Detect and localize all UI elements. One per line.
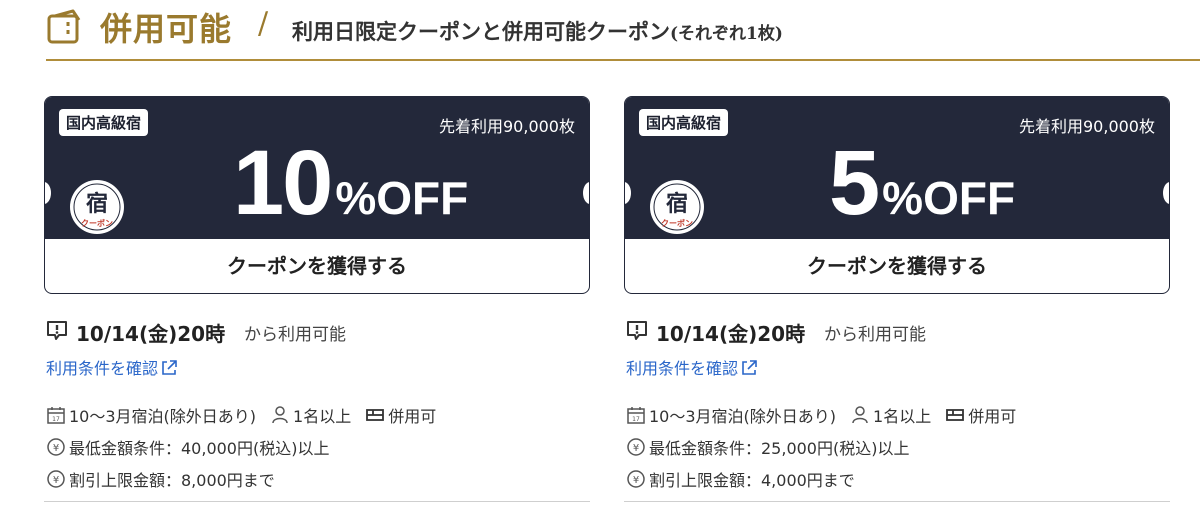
discount-amount: 5%OFF: [829, 137, 1015, 229]
maximum-discount: 割引上限金額：4,000円まで: [649, 471, 855, 490]
card-divider: [44, 501, 590, 502]
guest-count: 1名以上: [873, 407, 932, 426]
maximum-discount: 割引上限金額：8,000円まで: [69, 471, 275, 490]
yen-icon: ¥: [47, 470, 65, 488]
guest-count: 1名以上: [293, 407, 352, 426]
ticket-icon: [47, 9, 81, 44]
terms-link[interactable]: 利用条件を確認: [626, 355, 758, 379]
discount-unit: %OFF: [882, 172, 1016, 224]
terms-link-label[interactable]: 利用条件を確認: [626, 359, 738, 378]
usage-limit: 先着利用90,000枚: [1019, 117, 1155, 136]
person-icon: [272, 406, 288, 424]
detail-row: ¥ 最低金額条件：40,000円(税込)以上: [46, 431, 590, 463]
coupon-details: 17 10〜3月宿泊(除外日あり) 1名以上 併用可 ¥ 最低金額条件：25,0…: [626, 399, 1170, 495]
notice-icon: [627, 321, 647, 340]
header-divider: /: [258, 6, 269, 41]
header-subtitle-main: 利用日限定クーポンと併用可能クーポン: [292, 19, 670, 44]
external-link-icon: [742, 360, 757, 375]
combinable-label: 併用可: [388, 407, 437, 426]
yen-icon: ¥: [627, 470, 645, 488]
header-subtitle: 利用日限定クーポンと併用可能クーポン(それぞれ1枚): [292, 16, 783, 46]
combine-icon: [946, 409, 965, 421]
category-badge: 国内高級宿: [639, 109, 729, 136]
combine-icon: [366, 409, 385, 421]
discount-value: 5: [829, 132, 880, 234]
detail-row: 17 10〜3月宿泊(除外日あり) 1名以上 併用可: [46, 399, 590, 431]
terms-link[interactable]: 利用条件を確認: [46, 355, 178, 379]
header-subtitle-note: (それぞれ1枚): [670, 24, 783, 44]
available-date: 10/14(金)20時: [76, 322, 226, 346]
yen-icon: ¥: [47, 438, 65, 456]
coupon-card: 国内高級宿 先着利用90,000枚 宿 クーポン 10%OFF クーポンを獲得す…: [44, 96, 590, 502]
get-coupon-button[interactable]: クーポンを獲得する: [625, 239, 1169, 293]
detail-row: ¥ 割引上限金額：8,000円まで: [46, 463, 590, 495]
stay-period: 10〜3月宿泊(除外日あり): [69, 407, 257, 426]
svg-text:¥: ¥: [53, 475, 59, 486]
terms-link-label[interactable]: 利用条件を確認: [46, 359, 158, 378]
coupon-details: 17 10〜3月宿泊(除外日あり) 1名以上 併用可 ¥ 最低金額条件：40,0…: [46, 399, 590, 495]
logo-text: 宿: [86, 191, 108, 217]
detail-row: ¥ 最低金額条件：25,000円(税込)以上: [626, 431, 1170, 463]
ticket-notch: [1163, 182, 1169, 204]
calendar-icon: 17: [627, 407, 645, 424]
yado-coupon-logo: 宿 クーポン: [650, 180, 704, 234]
notice-icon: [47, 321, 67, 340]
card-divider: [624, 501, 1170, 502]
available-text: から利用可能: [824, 325, 926, 345]
svg-text:¥: ¥: [53, 443, 59, 454]
minimum-amount: 最低金額条件：25,000円(税込)以上: [649, 439, 910, 458]
combinable-label: 併用可: [968, 407, 1017, 426]
header-title: 併用可能: [100, 10, 233, 48]
header-divider-line: [46, 59, 1200, 61]
logo-text: 宿: [666, 191, 688, 217]
category-badge: 国内高級宿: [59, 109, 149, 136]
coupon-ticket: 国内高級宿 先着利用90,000枚 宿 クーポン 5%OFF クーポンを獲得する: [624, 96, 1170, 294]
detail-row: ¥ 割引上限金額：4,000円まで: [626, 463, 1170, 495]
calendar-icon: 17: [47, 407, 65, 424]
section-header: 併用可能 / 利用日限定クーポンと併用可能クーポン(それぞれ1枚): [0, 0, 1200, 61]
coupon-ticket: 国内高級宿 先着利用90,000枚 宿 クーポン 10%OFF クーポンを獲得す…: [44, 96, 590, 294]
svg-text:17: 17: [632, 416, 640, 423]
get-coupon-button[interactable]: クーポンを獲得する: [45, 239, 589, 293]
svg-text:¥: ¥: [633, 443, 639, 454]
logo-subtext: クーポン: [661, 218, 693, 228]
person-icon: [852, 406, 868, 424]
yado-coupon-logo: 宿 クーポン: [70, 180, 124, 234]
detail-row: 17 10〜3月宿泊(除外日あり) 1名以上 併用可: [626, 399, 1170, 431]
discount-amount: 10%OFF: [233, 137, 468, 229]
yen-icon: ¥: [627, 438, 645, 456]
ticket-notch: [583, 182, 589, 204]
usage-limit: 先着利用90,000枚: [439, 117, 575, 136]
minimum-amount: 最低金額条件：40,000円(税込)以上: [69, 439, 330, 458]
available-text: から利用可能: [244, 325, 346, 345]
available-date: 10/14(金)20時: [656, 322, 806, 346]
stay-period: 10〜3月宿泊(除外日あり): [649, 407, 837, 426]
svg-text:17: 17: [52, 416, 60, 423]
discount-unit: %OFF: [335, 172, 469, 224]
discount-value: 10: [233, 132, 333, 234]
coupon-card: 国内高級宿 先着利用90,000枚 宿 クーポン 5%OFF クーポンを獲得する…: [624, 96, 1170, 502]
svg-text:¥: ¥: [633, 475, 639, 486]
external-link-icon: [162, 360, 177, 375]
logo-subtext: クーポン: [81, 218, 113, 228]
